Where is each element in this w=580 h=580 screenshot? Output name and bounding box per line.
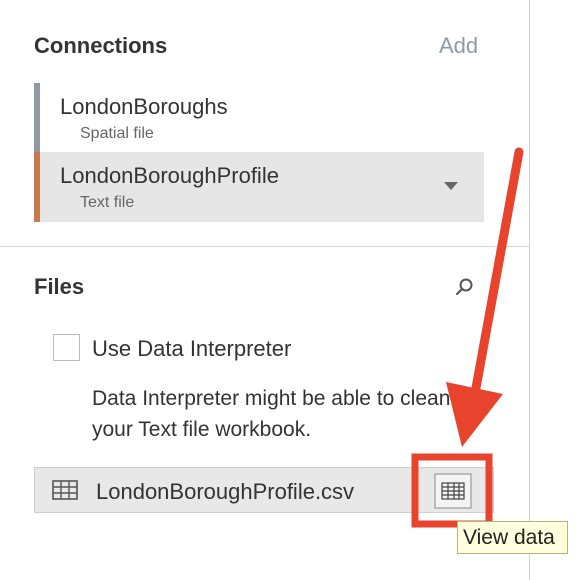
connection-color-bar — [34, 152, 40, 222]
connection-item-londonboroughprofile[interactable]: LondonBoroughProfile Text file — [34, 152, 484, 222]
chevron-down-icon[interactable] — [444, 182, 458, 190]
connection-type: Spatial file — [80, 125, 154, 142]
use-data-interpreter-checkbox[interactable] — [53, 334, 80, 361]
connection-color-bar — [34, 83, 40, 153]
table-icon — [52, 480, 78, 500]
search-icon[interactable] — [454, 277, 474, 297]
file-name: LondonBoroughProfile.csv — [96, 479, 355, 504]
view-data-tooltip: View data — [457, 521, 568, 554]
connection-name: LondonBoroughs — [60, 94, 228, 119]
section-divider — [0, 246, 529, 247]
panel-border — [529, 0, 530, 580]
connection-item-londonboroughs[interactable]: LondonBoroughs Spatial file — [34, 83, 484, 153]
use-data-interpreter-label: Use Data Interpreter — [92, 336, 292, 361]
connection-name: LondonBoroughProfile — [60, 163, 279, 188]
data-interpreter-hint: Data Interpreter might be able to clean … — [92, 387, 451, 441]
data-source-panel: Connections Add LondonBoroughs Spatial f… — [0, 0, 529, 580]
add-connection-link[interactable]: Add — [439, 33, 478, 59]
connection-type: Text file — [80, 194, 135, 211]
files-title: Files — [34, 274, 85, 299]
connections-title: Connections — [34, 33, 168, 58]
view-data-icon[interactable] — [434, 473, 472, 509]
